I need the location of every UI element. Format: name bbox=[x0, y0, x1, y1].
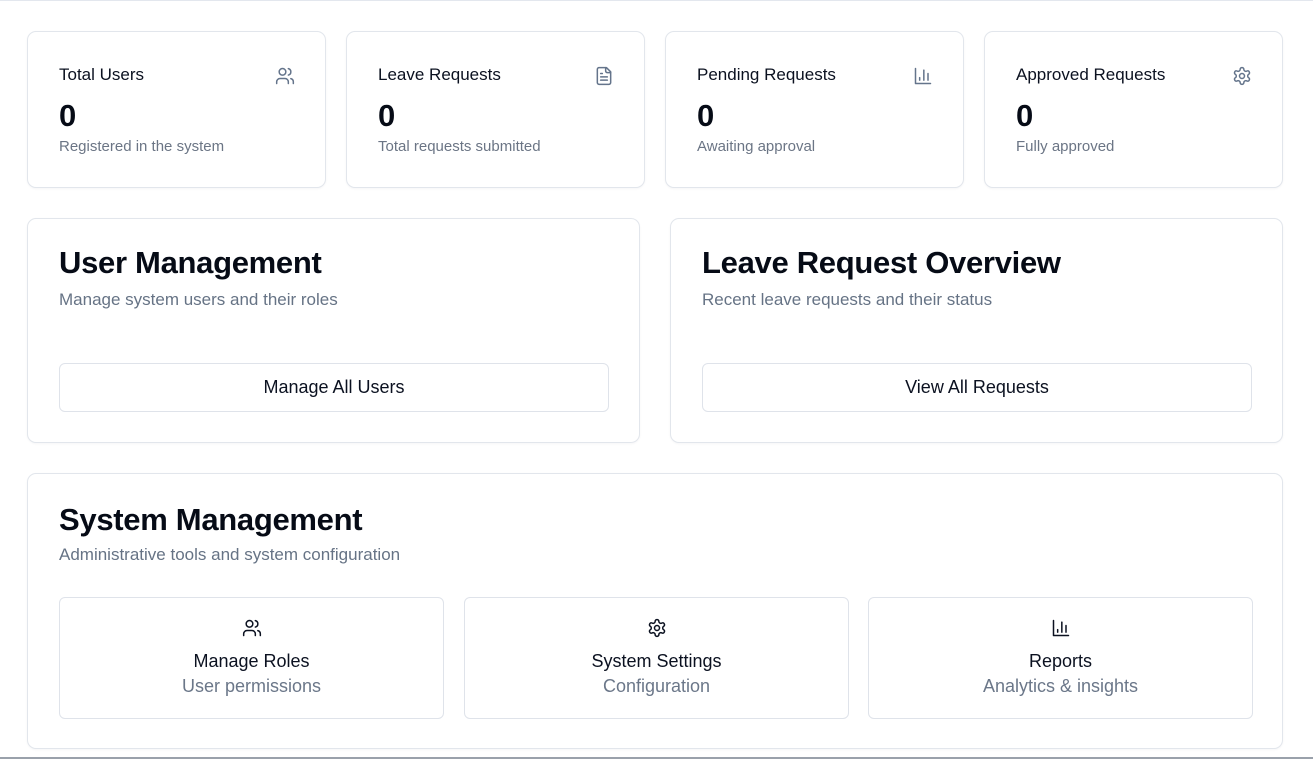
manage-roles-button[interactable]: Manage Roles User permissions bbox=[59, 597, 444, 719]
section-title: User Management bbox=[59, 245, 322, 280]
section-subtitle: Recent leave requests and their status bbox=[702, 290, 993, 309]
section-title: System Management bbox=[59, 502, 363, 537]
view-all-requests-button[interactable]: View All Requests bbox=[702, 363, 1252, 412]
leave-request-overview-card: Leave Request Overview Recent leave requ… bbox=[670, 218, 1283, 443]
bar-chart-icon bbox=[1051, 618, 1071, 638]
tile-subtitle: User permissions bbox=[181, 676, 322, 696]
section-subtitle: Manage system users and their roles bbox=[59, 290, 338, 309]
tile-subtitle: Configuration bbox=[602, 676, 711, 696]
stat-title: Leave Requests bbox=[378, 65, 501, 84]
tile-subtitle: Analytics & insights bbox=[982, 676, 1139, 696]
stat-title: Pending Requests bbox=[697, 65, 836, 84]
stat-value: 0 bbox=[378, 98, 396, 133]
bar-chart-icon bbox=[913, 66, 933, 86]
tile-title: Manage Roles bbox=[193, 651, 310, 671]
section-subtitle: Administrative tools and system configur… bbox=[59, 545, 401, 564]
reports-button[interactable]: Reports Analytics & insights bbox=[868, 597, 1253, 719]
gear-icon bbox=[1232, 66, 1252, 86]
system-management-card: System Management Administrative tools a… bbox=[27, 473, 1283, 749]
users-icon bbox=[275, 66, 295, 86]
stat-title: Approved Requests bbox=[1016, 65, 1166, 84]
gear-icon bbox=[647, 618, 667, 638]
user-management-card: User Management Manage system users and … bbox=[27, 218, 640, 443]
stat-value: 0 bbox=[697, 98, 715, 133]
stat-description: Awaiting approval bbox=[697, 138, 816, 155]
system-settings-button[interactable]: System Settings Configuration bbox=[464, 597, 849, 719]
stat-value: 0 bbox=[59, 98, 77, 133]
tile-title: System Settings bbox=[591, 651, 722, 671]
stat-card-leave-requests: Leave Requests 0 Total requests submitte… bbox=[346, 31, 645, 188]
stat-value: 0 bbox=[1016, 98, 1034, 133]
stat-card-pending-requests: Pending Requests 0 Awaiting approval bbox=[665, 31, 964, 188]
file-text-icon bbox=[594, 66, 614, 86]
manage-all-users-button[interactable]: Manage All Users bbox=[59, 363, 609, 412]
tile-title: Reports bbox=[1028, 651, 1093, 671]
stat-description: Fully approved bbox=[1016, 138, 1115, 155]
users-icon bbox=[242, 618, 262, 638]
stat-card-approved-requests: Approved Requests 0 Fully approved bbox=[984, 31, 1283, 188]
section-title: Leave Request Overview bbox=[702, 245, 1061, 280]
stat-description: Total requests submitted bbox=[378, 138, 541, 155]
top-divider bbox=[0, 0, 1313, 1]
stat-title: Total Users bbox=[59, 65, 145, 84]
stat-card-total-users: Total Users 0 Registered in the system bbox=[27, 31, 326, 188]
stat-description: Registered in the system bbox=[59, 138, 225, 155]
